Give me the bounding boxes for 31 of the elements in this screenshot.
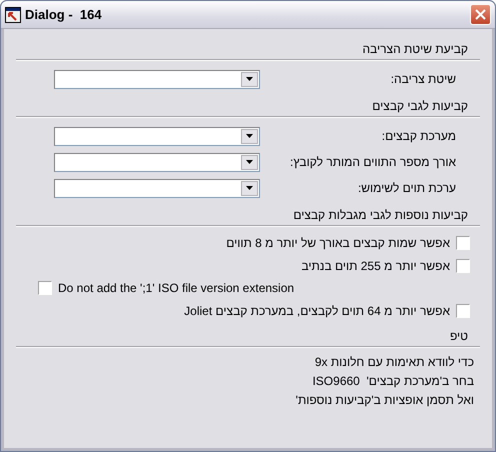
checkbox[interactable] — [38, 281, 52, 296]
section-heading: טיפ — [16, 322, 480, 347]
close-button[interactable] — [470, 4, 491, 25]
tip-text: ואל תסמן אופציות ב'קביעות נוספות' — [296, 393, 474, 407]
caret-icon — [246, 77, 253, 81]
caret-icon — [246, 186, 253, 190]
checkbox[interactable] — [456, 258, 470, 273]
section-heading: קביעות לגבי קבצים — [16, 92, 480, 117]
tip-text: בחר ב'מערכת קבצים' ISO9660 — [312, 374, 474, 388]
dropdown[interactable] — [54, 70, 260, 88]
checkbox-label: אפשר יותר מ 64 תוים לקבצים, במערכת קבצים Joliet — [184, 304, 450, 318]
field-label: מערכת קבצים: — [382, 129, 456, 143]
checkbox-label: אפשר שמות קבצים באורך של יותר מ 8 תווים — [226, 236, 450, 250]
dropdown[interactable] — [54, 152, 260, 172]
section-heading: קביעת שיטת הצריבה — [16, 35, 480, 60]
app-icon — [5, 6, 21, 22]
section-heading: קביעות נוספות לגבי מגבלות קבצים — [16, 201, 480, 226]
tip-text: כדי לוודא תאימות עם חלונות 9x — [314, 355, 474, 369]
field-label: ערכת תוים לשימוש: — [358, 181, 456, 195]
checkbox[interactable] — [456, 236, 470, 250]
field-label: אורך מספר התווים המותר לקובץ: — [290, 155, 456, 169]
caret-icon — [246, 160, 253, 164]
checkbox[interactable] — [456, 304, 470, 318]
checkbox-label: אפשר יותר מ 255 תוים בנתיב — [301, 258, 450, 273]
caret-icon — [246, 134, 253, 138]
dropdown[interactable] — [54, 126, 260, 146]
close-icon — [475, 9, 486, 20]
window-title: Dialog - 164 — [25, 7, 103, 22]
dropdown[interactable] — [54, 178, 260, 198]
checkbox-label: Do not add the ';1' ISO file version extension — [58, 281, 294, 296]
field-label: שיטת צריבה: — [390, 72, 456, 86]
